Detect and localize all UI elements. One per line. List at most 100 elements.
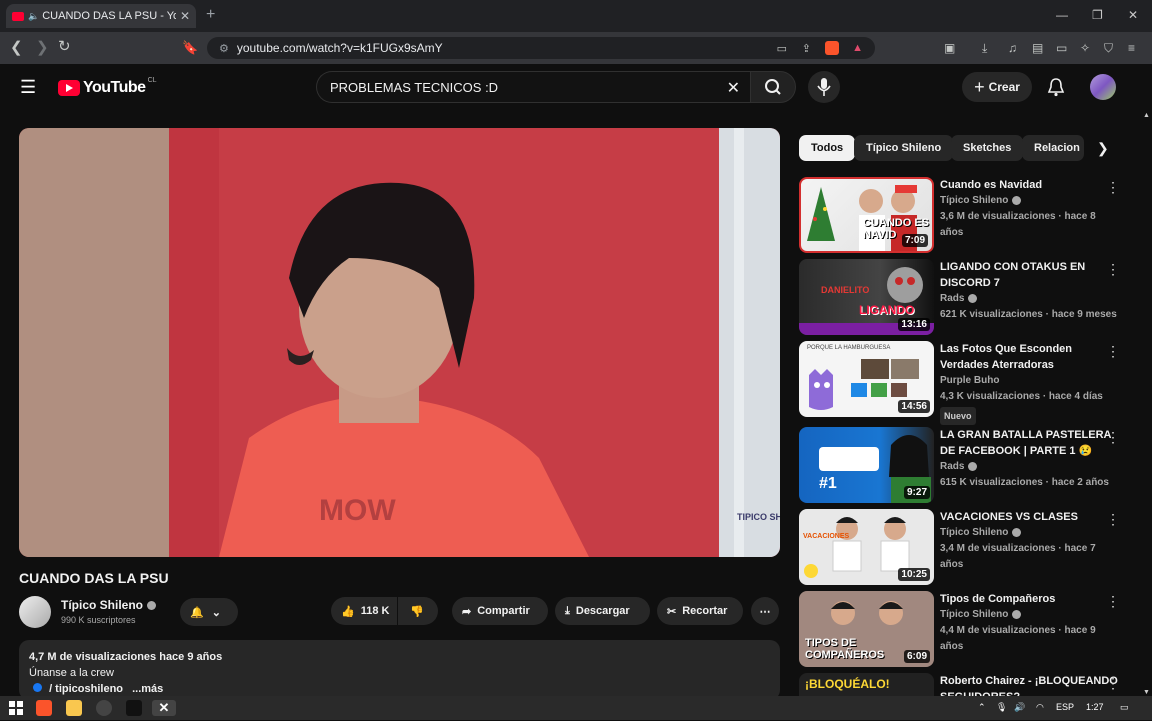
video-thumbnail[interactable]: #1 9:27 xyxy=(799,427,934,503)
recommendation-item[interactable]: VACACIONES 10:25 VACACIONES VS CLASES Tí… xyxy=(799,509,1134,585)
leo-ai-icon[interactable]: ✧ xyxy=(1080,38,1090,58)
brave-rewards-icon[interactable]: ▲ xyxy=(852,42,863,54)
share-page-icon[interactable]: ⇪ xyxy=(802,42,811,55)
recommendation-item[interactable]: DANIELITO LIGANDO 13:16 LIGANDO CON OTAK… xyxy=(799,259,1134,335)
subscriber-count: 990 K suscriptores xyxy=(61,615,136,625)
recommendation-item[interactable]: #1 9:27 LA GRAN BATALLA PASTELERA DE FAC… xyxy=(799,427,1134,503)
description-line: Únanse a la crew xyxy=(29,667,114,679)
chip-relacionados[interactable]: Relacion xyxy=(1022,135,1084,161)
video-thumbnail[interactable]: PORQUE LA HAMBURGUESA 14:56 xyxy=(799,341,934,417)
reload-icon[interactable]: ↻ xyxy=(58,37,71,57)
video-thumbnail[interactable]: ¡BLOQUÉALO! xyxy=(799,673,934,696)
more-options-icon[interactable]: ⋮ xyxy=(1106,675,1120,692)
facebook-link[interactable]: / tipicoshileno xyxy=(49,683,123,695)
volume-icon[interactable]: 🔊 xyxy=(1014,702,1025,713)
duration: 14:56 xyxy=(898,400,930,413)
back-icon[interactable]: ❮ xyxy=(10,38,23,58)
bookmark-icon[interactable]: 🔖 xyxy=(182,38,198,58)
clock[interactable]: 1:27 xyxy=(1086,702,1104,712)
browser-tab[interactable]: 🔈 CUANDO DAS LA PSU - YouT ✕ xyxy=(6,4,196,28)
downloads-icon[interactable]: ⤓ xyxy=(982,38,987,58)
recommendation-item[interactable]: CUANDO ES NAVID 7:09 Cuando es Navidad T… xyxy=(799,177,1134,253)
recommendation-item[interactable]: ¡BLOQUÉALO! Roberto Chairez - ¡BLOQUEAND… xyxy=(799,673,1134,696)
verified-icon xyxy=(1012,195,1022,205)
notification-center-icon[interactable]: ▭ xyxy=(1120,702,1129,713)
network-icon[interactable]: ◠ xyxy=(1036,702,1044,713)
close-window-icon[interactable]: ✕ xyxy=(1128,8,1138,22)
search-query: PROBLEMAS TECNICOS :D xyxy=(330,79,499,95)
new-tab-icon[interactable]: + xyxy=(206,6,215,24)
youtube-logo[interactable]: YouTube CL xyxy=(58,77,157,97)
clip-button[interactable]: ✂ Recortar xyxy=(657,597,743,625)
thumbnail-text: #1 xyxy=(819,475,837,492)
video-thumbnail[interactable]: DANIELITO LIGANDO 13:16 xyxy=(799,259,934,335)
url-text: youtube.com/watch?v=k1FUGx9sAmY xyxy=(236,41,443,55)
channel-avatar[interactable] xyxy=(19,596,51,628)
description-box[interactable]: 4,7 M de visualizaciones hace 9 años Úna… xyxy=(19,640,780,700)
menu-icon[interactable]: ≡ xyxy=(1128,38,1135,58)
brave-shields-icon[interactable] xyxy=(825,41,839,55)
show-more-link[interactable]: ...más xyxy=(132,683,163,695)
like-button[interactable]: 👍 118 K xyxy=(331,597,397,625)
cast-icon[interactable]: ▭ xyxy=(777,42,787,55)
volume-mixer-icon[interactable]: 🎙 xyxy=(996,702,1007,713)
split-view-icon[interactable]: ▤ xyxy=(1032,38,1043,58)
chips-next-icon[interactable]: ❯ xyxy=(1097,140,1109,157)
recommendation-item[interactable]: TIPOS DE COMPAÑEROS 6:09 Tipos de Compañ… xyxy=(799,591,1134,667)
clear-search-icon[interactable]: ✕ xyxy=(727,78,740,98)
video-thumbnail[interactable]: VACACIONES 10:25 xyxy=(799,509,934,585)
forward-icon[interactable]: ❯ xyxy=(36,38,49,58)
language-indicator[interactable]: ESP xyxy=(1056,702,1074,712)
address-bar[interactable]: ⚙ youtube.com/watch?v=k1FUGx9sAmY ▭ ⇪ ▲ xyxy=(207,37,875,59)
share-button[interactable]: ➦ Compartir xyxy=(452,597,548,625)
minimize-icon[interactable]: — xyxy=(1056,8,1068,22)
chip-todos[interactable]: Todos xyxy=(799,135,856,161)
audio-playing-icon[interactable]: 🔈 xyxy=(28,11,39,22)
account-avatar[interactable] xyxy=(1090,74,1116,100)
wallet-icon[interactable]: ▭ xyxy=(1056,38,1067,58)
site-info-icon[interactable]: ⚙ xyxy=(219,42,229,55)
dislike-button[interactable]: 👎 xyxy=(398,597,438,625)
voice-search-button[interactable] xyxy=(808,71,840,103)
subscription-bell-button[interactable]: 🔔 ⌄ xyxy=(180,598,238,626)
more-options-icon[interactable]: ⋮ xyxy=(1106,179,1120,196)
file-explorer-icon[interactable] xyxy=(66,700,82,716)
music-icon[interactable]: ♫ xyxy=(1008,38,1017,58)
app-icon[interactable] xyxy=(126,700,142,716)
sidebar-icon[interactable]: ▣ xyxy=(944,38,955,58)
channel-name[interactable]: Típico Shileno xyxy=(61,598,157,612)
page-scrollbar[interactable]: ▲ ▼ xyxy=(1140,112,1152,696)
more-options-icon[interactable]: ⋮ xyxy=(1106,593,1120,610)
new-badge: Nuevo xyxy=(940,407,976,425)
restore-icon[interactable]: ❐ xyxy=(1092,8,1103,22)
chip-tipico-shileno[interactable]: Típico Shileno xyxy=(854,135,954,161)
scroll-down-icon[interactable]: ▼ xyxy=(1143,689,1150,696)
scroll-up-icon[interactable]: ▲ xyxy=(1143,112,1150,119)
brave-browser-icon[interactable] xyxy=(36,700,52,716)
search-input[interactable]: PROBLEMAS TECNICOS :D ✕ xyxy=(316,71,750,103)
search-button[interactable] xyxy=(750,71,796,103)
close-tab-icon[interactable]: ✕ xyxy=(180,9,190,23)
video-thumbnail[interactable]: CUANDO ES NAVID 7:09 xyxy=(799,177,934,253)
more-options-icon[interactable]: ⋮ xyxy=(1106,343,1120,360)
views-and-date: 4,7 M de visualizaciones hace 9 años xyxy=(29,651,223,663)
more-options-icon[interactable]: ⋮ xyxy=(1106,511,1120,528)
download-button[interactable]: ⤓ Descargar xyxy=(555,597,650,625)
tray-overflow-icon[interactable]: ⌃ xyxy=(978,702,986,713)
guide-menu-icon[interactable]: ☰ xyxy=(20,77,36,98)
microphone-icon xyxy=(817,78,831,96)
obs-icon[interactable] xyxy=(96,700,112,716)
more-options-icon[interactable]: ⋮ xyxy=(1106,429,1120,446)
start-icon[interactable] xyxy=(8,700,24,716)
more-actions-icon[interactable]: ⋯ xyxy=(751,597,779,625)
vpn-icon[interactable]: ⛉ xyxy=(1104,38,1113,58)
video-player[interactable]: MOW TIPICO SHILENO xyxy=(19,128,780,557)
recommendation-item[interactable]: PORQUE LA HAMBURGUESA 14:56 Las Fotos Qu… xyxy=(799,341,1134,425)
capcut-icon[interactable]: ✕ xyxy=(152,700,176,716)
chip-sketches[interactable]: Sketches xyxy=(951,135,1024,161)
video-thumbnail[interactable]: TIPOS DE COMPAÑEROS 6:09 xyxy=(799,591,934,667)
thumbs-up-icon: 👍 xyxy=(341,605,355,618)
notifications-bell-icon[interactable] xyxy=(1047,77,1065,102)
create-button[interactable]: + Crear xyxy=(962,72,1032,102)
more-options-icon[interactable]: ⋮ xyxy=(1106,261,1120,278)
